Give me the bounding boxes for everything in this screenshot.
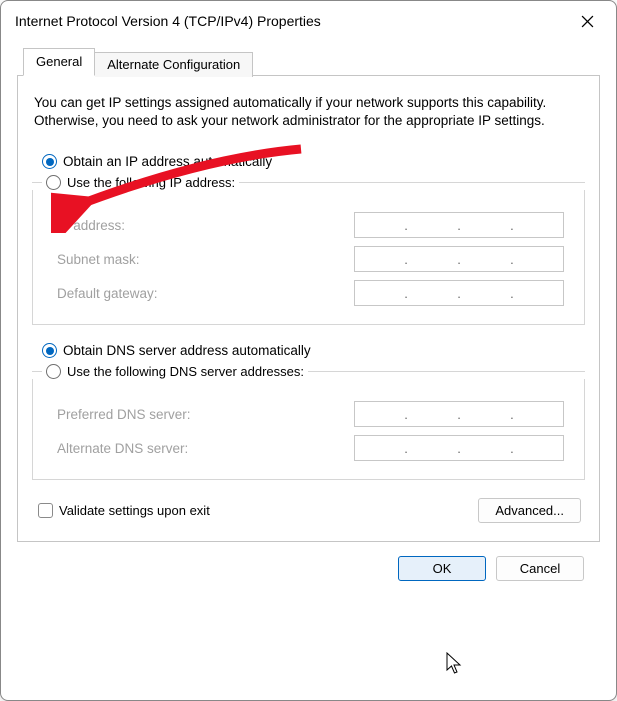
option-obtain-dns-auto[interactable]: Obtain DNS server address automatically	[42, 343, 585, 358]
tab-panel-general: You can get IP settings assigned automat…	[17, 75, 600, 542]
tab-strip: General Alternate Configuration	[17, 47, 600, 75]
label-alternate-dns: Alternate DNS server:	[57, 441, 188, 456]
ok-button[interactable]: OK	[398, 556, 486, 581]
tab-alternate-configuration[interactable]: Alternate Configuration	[95, 52, 253, 77]
titlebar: Internet Protocol Version 4 (TCP/IPv4) P…	[1, 1, 616, 41]
label-default-gateway: Default gateway:	[57, 286, 158, 301]
window-title: Internet Protocol Version 4 (TCP/IPv4) P…	[15, 13, 321, 29]
label-subnet-mask: Subnet mask:	[57, 252, 140, 267]
radio-obtain-dns-auto[interactable]	[42, 343, 57, 358]
label-validate-on-exit: Validate settings upon exit	[59, 503, 210, 518]
input-alternate-dns[interactable]: ...	[354, 435, 564, 461]
label-obtain-ip-auto: Obtain an IP address automatically	[63, 154, 272, 169]
advanced-button[interactable]: Advanced...	[478, 498, 581, 523]
label-use-ip: Use the following IP address:	[67, 175, 235, 190]
description-text: You can get IP settings assigned automat…	[34, 94, 583, 130]
input-preferred-dns[interactable]: ...	[354, 401, 564, 427]
option-use-dns[interactable]: Use the following DNS server addresses:	[32, 364, 585, 379]
label-preferred-dns: Preferred DNS server:	[57, 407, 191, 422]
option-obtain-ip-auto[interactable]: Obtain an IP address automatically	[42, 154, 585, 169]
label-obtain-dns-auto: Obtain DNS server address automatically	[63, 343, 311, 358]
dialog-footer: OK Cancel	[17, 542, 600, 581]
input-ip-address[interactable]: ...	[354, 212, 564, 238]
radio-use-dns[interactable]	[46, 364, 61, 379]
cancel-button[interactable]: Cancel	[496, 556, 584, 581]
input-subnet-mask[interactable]: ...	[354, 246, 564, 272]
fieldset-dns: Preferred DNS server: ... Alternate DNS …	[32, 379, 585, 480]
fieldset-ip: IP address: ... Subnet mask: ... Default…	[32, 190, 585, 325]
checkbox-validate-on-exit[interactable]	[38, 503, 53, 518]
tab-general[interactable]: General	[23, 48, 95, 76]
input-default-gateway[interactable]: ...	[354, 280, 564, 306]
label-ip-address: IP address:	[57, 218, 125, 233]
mouse-cursor-icon	[446, 652, 464, 676]
ipv4-properties-dialog: Internet Protocol Version 4 (TCP/IPv4) P…	[0, 0, 617, 701]
radio-obtain-ip-auto[interactable]	[42, 154, 57, 169]
radio-use-ip[interactable]	[46, 175, 61, 190]
label-use-dns: Use the following DNS server addresses:	[67, 364, 304, 379]
close-icon	[581, 15, 594, 28]
option-validate-on-exit[interactable]: Validate settings upon exit	[38, 503, 210, 518]
close-button[interactable]	[570, 9, 604, 33]
option-use-ip[interactable]: Use the following IP address:	[32, 175, 585, 190]
